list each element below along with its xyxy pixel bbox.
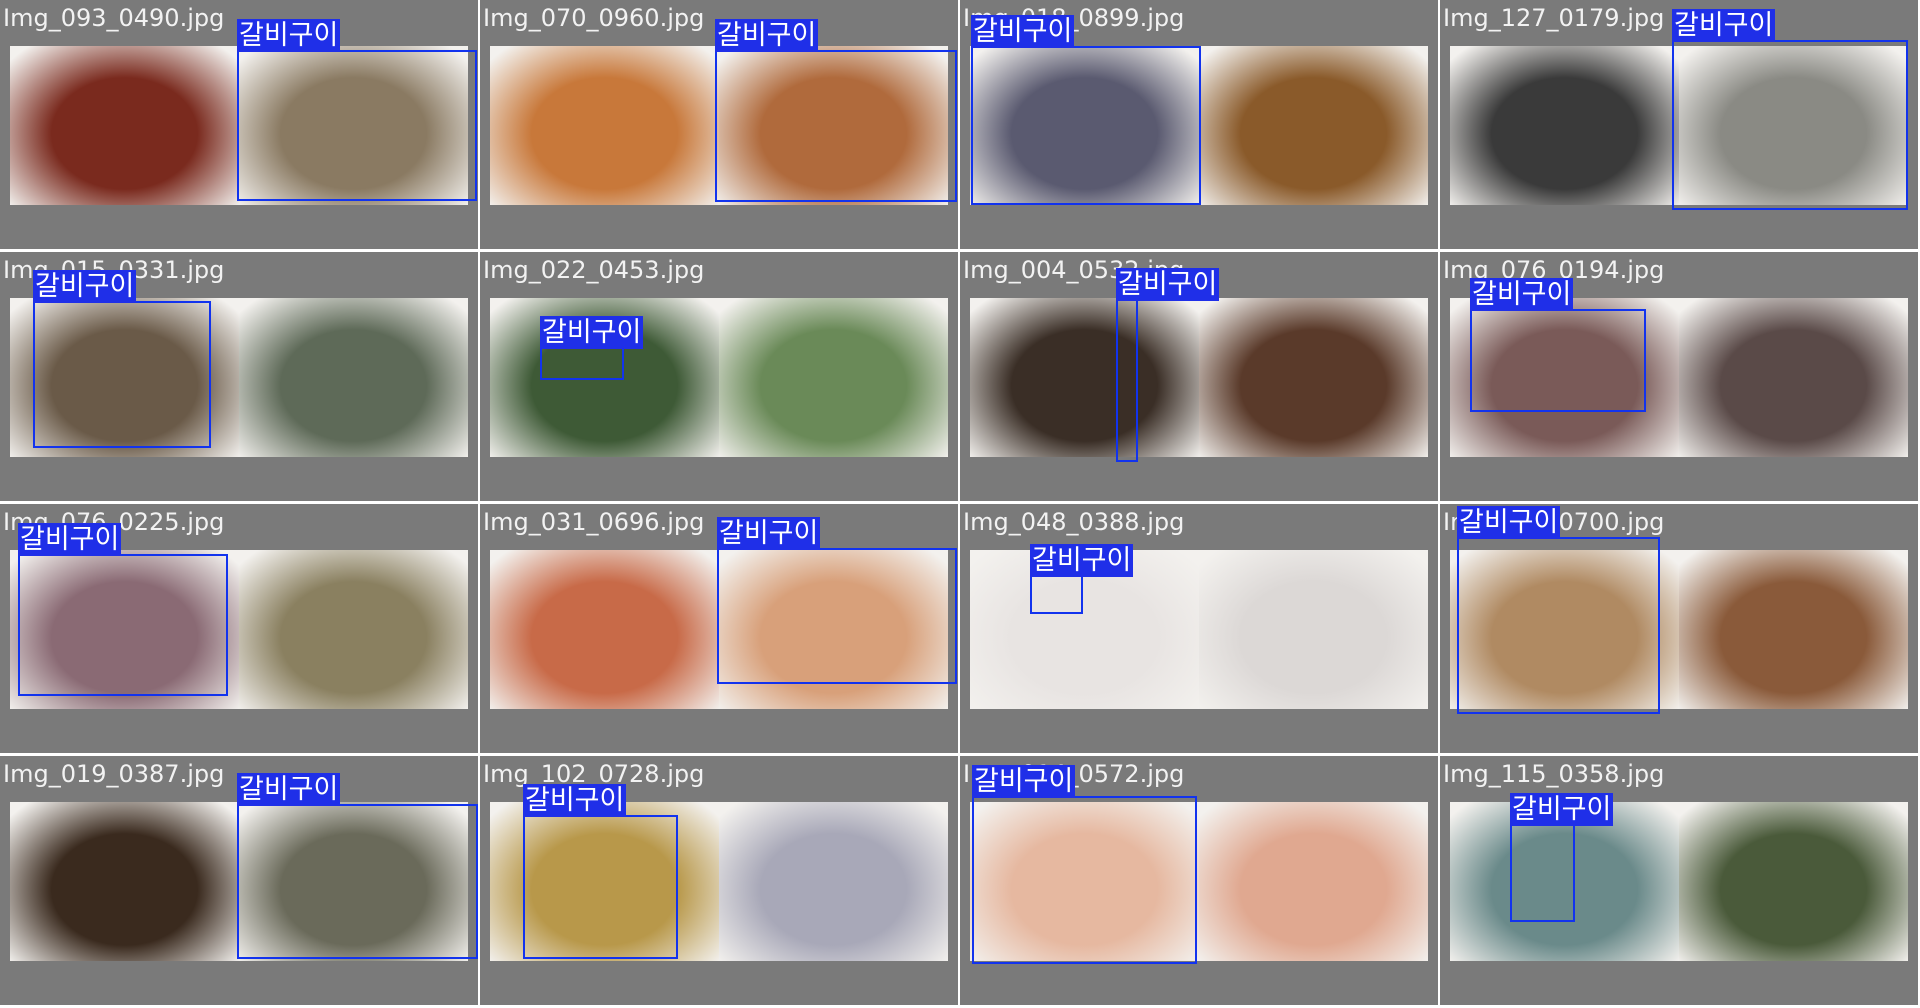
detection-grid: Img_093_0490.jpg 갈비구이 Img_070_0960.jpg 갈… — [0, 0, 1920, 1008]
image-tile[interactable]: Img_070_0960.jpg 갈비구이 — [480, 0, 958, 249]
bounding-box: 갈비구이 — [971, 15, 1201, 205]
bounding-box: 갈비구이 — [237, 19, 477, 201]
box-label: 갈비구이 — [18, 523, 122, 556]
box-label: 갈비구이 — [715, 19, 819, 52]
bounding-box: 갈비구이 — [1457, 506, 1660, 714]
bounding-box: 갈비구이 — [715, 19, 957, 202]
image-tile[interactable]: Img_127_0179.jpg 갈비구이 — [1440, 0, 1918, 249]
bounding-box: 갈비구이 — [540, 316, 644, 380]
box-label: 갈비구이 — [1457, 506, 1561, 539]
image-filename: Img_022_0453.jpg — [483, 256, 705, 284]
image-tile[interactable]: Img_048_0388.jpg 갈비구이 — [960, 504, 1438, 753]
image-tile[interactable]: Img_004_0532.jpg 갈비구이 — [960, 252, 1438, 501]
image-filename: Img_093_0490.jpg — [3, 4, 225, 32]
photo-right — [1199, 298, 1428, 457]
box-label: 갈비구이 — [540, 316, 644, 349]
box-label: 갈비구이 — [972, 765, 1076, 798]
box-label: 갈비구이 — [1116, 268, 1220, 301]
photo-left — [10, 802, 239, 961]
photo-left — [970, 298, 1199, 457]
image-tile[interactable]: Img_014_0572.jpg 갈비구이 — [960, 756, 1438, 1005]
box-label: 갈비구이 — [1470, 278, 1574, 311]
photo-right — [239, 550, 468, 709]
photo-right — [1679, 802, 1908, 961]
image-tile[interactable]: Img_031_0696.jpg 갈비구이 — [480, 504, 958, 753]
box-label: 갈비구이 — [1030, 544, 1134, 577]
photo-left — [10, 46, 239, 205]
image-filename: Img_127_0179.jpg — [1443, 4, 1665, 32]
photo-right — [719, 298, 948, 457]
bounding-box: 갈비구이 — [972, 765, 1197, 964]
food-photo — [970, 298, 1428, 457]
image-filename: Img_115_0358.jpg — [1443, 760, 1665, 788]
photo-right — [1679, 550, 1908, 709]
bounding-box: 갈비구이 — [18, 523, 228, 696]
image-tile[interactable]: Img_019_0387.jpg 갈비구이 — [0, 756, 478, 1005]
photo-right — [1199, 802, 1428, 961]
bounding-box: 갈비구이 — [33, 270, 211, 448]
bounding-box: 갈비구이 — [237, 773, 478, 959]
photo-left — [490, 550, 719, 709]
image-filename: Img_048_0388.jpg — [963, 508, 1185, 536]
photo-left — [490, 46, 719, 205]
bounding-box: 갈비구이 — [1672, 9, 1908, 210]
photo-right — [1679, 298, 1908, 457]
bounding-box: 갈비구이 — [717, 517, 957, 684]
bounding-box: 갈비구이 — [1030, 544, 1134, 614]
image-tile[interactable]: Img_045_0700.jpg 갈비구이 — [1440, 504, 1918, 753]
image-tile[interactable]: Img_115_0358.jpg 갈비구이 — [1440, 756, 1918, 1005]
image-tile[interactable]: Img_022_0453.jpg 갈비구이 — [480, 252, 958, 501]
image-filename: Img_031_0696.jpg — [483, 508, 705, 536]
image-tile[interactable]: Img_018_0899.jpg 갈비구이 — [960, 0, 1438, 249]
bounding-box: 갈비구이 — [1116, 268, 1220, 462]
box-label: 갈비구이 — [717, 517, 821, 550]
photo-right — [719, 802, 948, 961]
bounding-box: 갈비구이 — [523, 784, 678, 959]
bounding-box: 갈비구이 — [1470, 278, 1646, 412]
photo-right — [1199, 550, 1428, 709]
photo-right — [1199, 46, 1428, 205]
box-label: 갈비구이 — [1510, 793, 1614, 826]
image-filename: Img_070_0960.jpg — [483, 4, 705, 32]
box-label: 갈비구이 — [971, 15, 1075, 48]
image-filename: Img_019_0387.jpg — [3, 760, 225, 788]
box-label: 갈비구이 — [1672, 9, 1776, 42]
photo-left — [1450, 46, 1679, 205]
box-label: 갈비구이 — [523, 784, 627, 817]
image-tile[interactable]: Img_015_0331.jpg 갈비구이 — [0, 252, 478, 501]
box-label: 갈비구이 — [33, 270, 137, 303]
image-tile[interactable]: Img_102_0728.jpg 갈비구이 — [480, 756, 958, 1005]
image-filename: Img_102_0728.jpg — [483, 760, 705, 788]
photo-right — [239, 298, 468, 457]
image-tile[interactable]: Img_093_0490.jpg 갈비구이 — [0, 0, 478, 249]
box-label: 갈비구이 — [237, 19, 341, 52]
image-tile[interactable]: Img_076_0194.jpg 갈비구이 — [1440, 252, 1918, 501]
image-tile[interactable]: Img_076_0225.jpg 갈비구이 — [0, 504, 478, 753]
box-label: 갈비구이 — [237, 773, 341, 806]
bounding-box: 갈비구이 — [1510, 793, 1614, 922]
